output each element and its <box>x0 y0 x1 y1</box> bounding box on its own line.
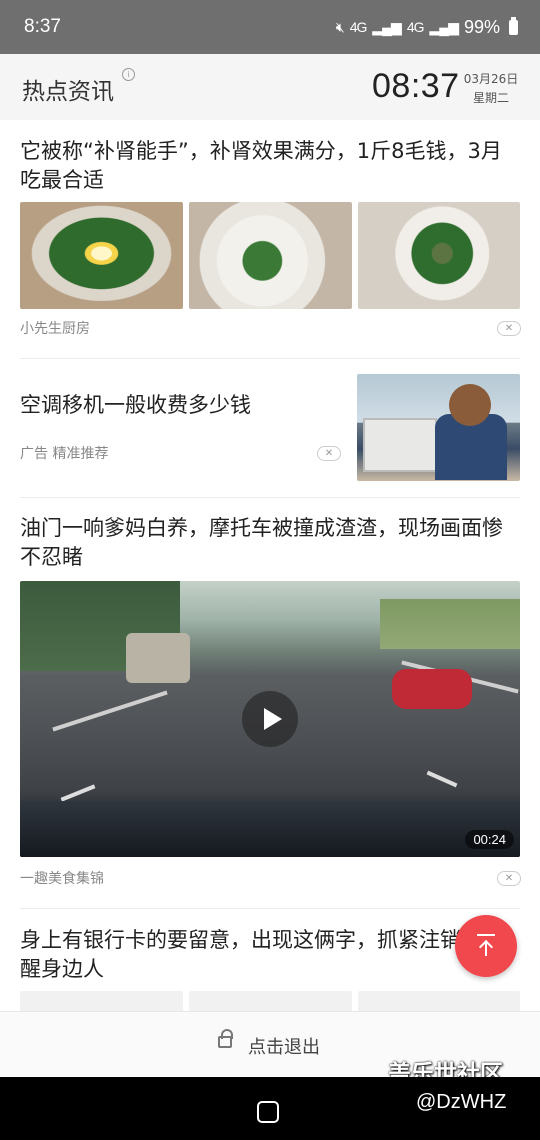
news-item-2-title[interactable]: 空调移机一般收费多少钱 <box>20 391 340 420</box>
news-item-2-ad[interactable]: 空调移机一般收费多少钱 广告 精准推荐 ✕ <box>0 359 540 497</box>
back-to-top-button[interactable] <box>455 915 517 977</box>
video-lane-mark <box>426 770 458 788</box>
news-item-3-title[interactable]: 油门一响爹妈白养，摩托车被撞成渣渣，现场画面惨不忍睹 <box>20 514 520 572</box>
video-trees-right <box>380 599 520 649</box>
status-bar: 8:37 🔇︎ 4G ▂▄▆ 4G ▂▄▆ 99% <box>0 0 540 54</box>
date-text: 03月26日 <box>463 72 519 86</box>
date-block: 03月26日 星期二 <box>462 70 520 108</box>
news-item-1-title[interactable]: 它被称“补肾能手”，补肾效果满分，1斤8毛钱，3月吃最合适 <box>20 137 520 195</box>
news-item-2-image[interactable] <box>357 374 520 481</box>
clock: 08:37 <box>372 67 460 105</box>
weekday-text: 星期二 <box>472 91 509 105</box>
news-item-4-title[interactable]: 身上有银行卡的要留意，出现这俩字，抓紧注销，提醒身边人 <box>20 926 520 984</box>
battery-percent: 99% <box>463 16 500 37</box>
video-player[interactable]: 00:24 <box>20 581 520 857</box>
battery-icon <box>509 16 518 35</box>
signal-bars-icon: ▂▄▆ <box>372 18 401 35</box>
exit-button[interactable]: 点击退出 <box>248 1033 320 1059</box>
news-item-1-image-3[interactable] <box>358 202 520 309</box>
signal-4g-label-2: 4G <box>406 19 425 35</box>
news-item-3-source: 一趣美食集锦 <box>20 871 104 887</box>
video-crashed-motorcycle <box>392 669 472 709</box>
news-item-1-image-2[interactable] <box>189 202 352 309</box>
video-lane-mark <box>52 690 168 732</box>
dismiss-button[interactable]: ✕ <box>497 871 521 886</box>
ad-label: 广告 精准推荐 <box>20 446 109 462</box>
video-dashboard <box>20 801 520 857</box>
news-item-1[interactable]: 它被称“补肾能手”，补肾效果满分，1斤8毛钱，3月吃最合适 小先生厨房 ✕ <box>0 120 540 358</box>
unlock-icon <box>218 1029 233 1048</box>
video-crashed-car <box>126 633 190 683</box>
status-icons: 🔇︎ 4G ▂▄▆ 4G ▂▄▆ 99% <box>335 16 518 38</box>
news-item-3-video[interactable]: 油门一响爹妈白养，摩托车被撞成渣渣，现场画面惨不忍睹 00:24 一趣美食集锦 … <box>0 498 540 908</box>
signal-bars-icon-2: ▂▄▆ <box>429 18 459 35</box>
info-icon[interactable]: i <box>122 68 135 81</box>
status-time: 8:37 <box>24 16 61 37</box>
play-icon[interactable] <box>242 691 298 747</box>
video-lane-mark <box>60 784 96 802</box>
signal-4g-label-1: 4G <box>349 19 368 35</box>
worker-head-shape <box>449 384 491 426</box>
dismiss-button[interactable]: ✕ <box>497 321 521 336</box>
navigation-bar: @DzWHZ <box>0 1077 540 1140</box>
news-item-4-image-3[interactable] <box>358 991 520 1011</box>
news-item-4-image-2[interactable] <box>189 991 352 1011</box>
mute-icon: 🔇︎ <box>335 18 345 35</box>
page-title: 热点资讯 <box>22 79 114 105</box>
ac-unit-shape <box>363 418 437 472</box>
watermark-handle: @DzWHZ <box>416 1091 507 1113</box>
video-duration: 00:24 <box>465 830 514 849</box>
news-item-1-source: 小先生厨房 <box>20 321 90 337</box>
dismiss-button[interactable]: ✕ <box>317 446 341 461</box>
home-icon[interactable] <box>257 1101 279 1123</box>
news-item-4-image-1[interactable] <box>20 991 183 1011</box>
news-item-1-image-1[interactable] <box>20 202 183 309</box>
back-to-top-icon <box>477 934 495 956</box>
header-bar: 热点资讯 i 08:37 03月26日 星期二 <box>0 54 540 120</box>
